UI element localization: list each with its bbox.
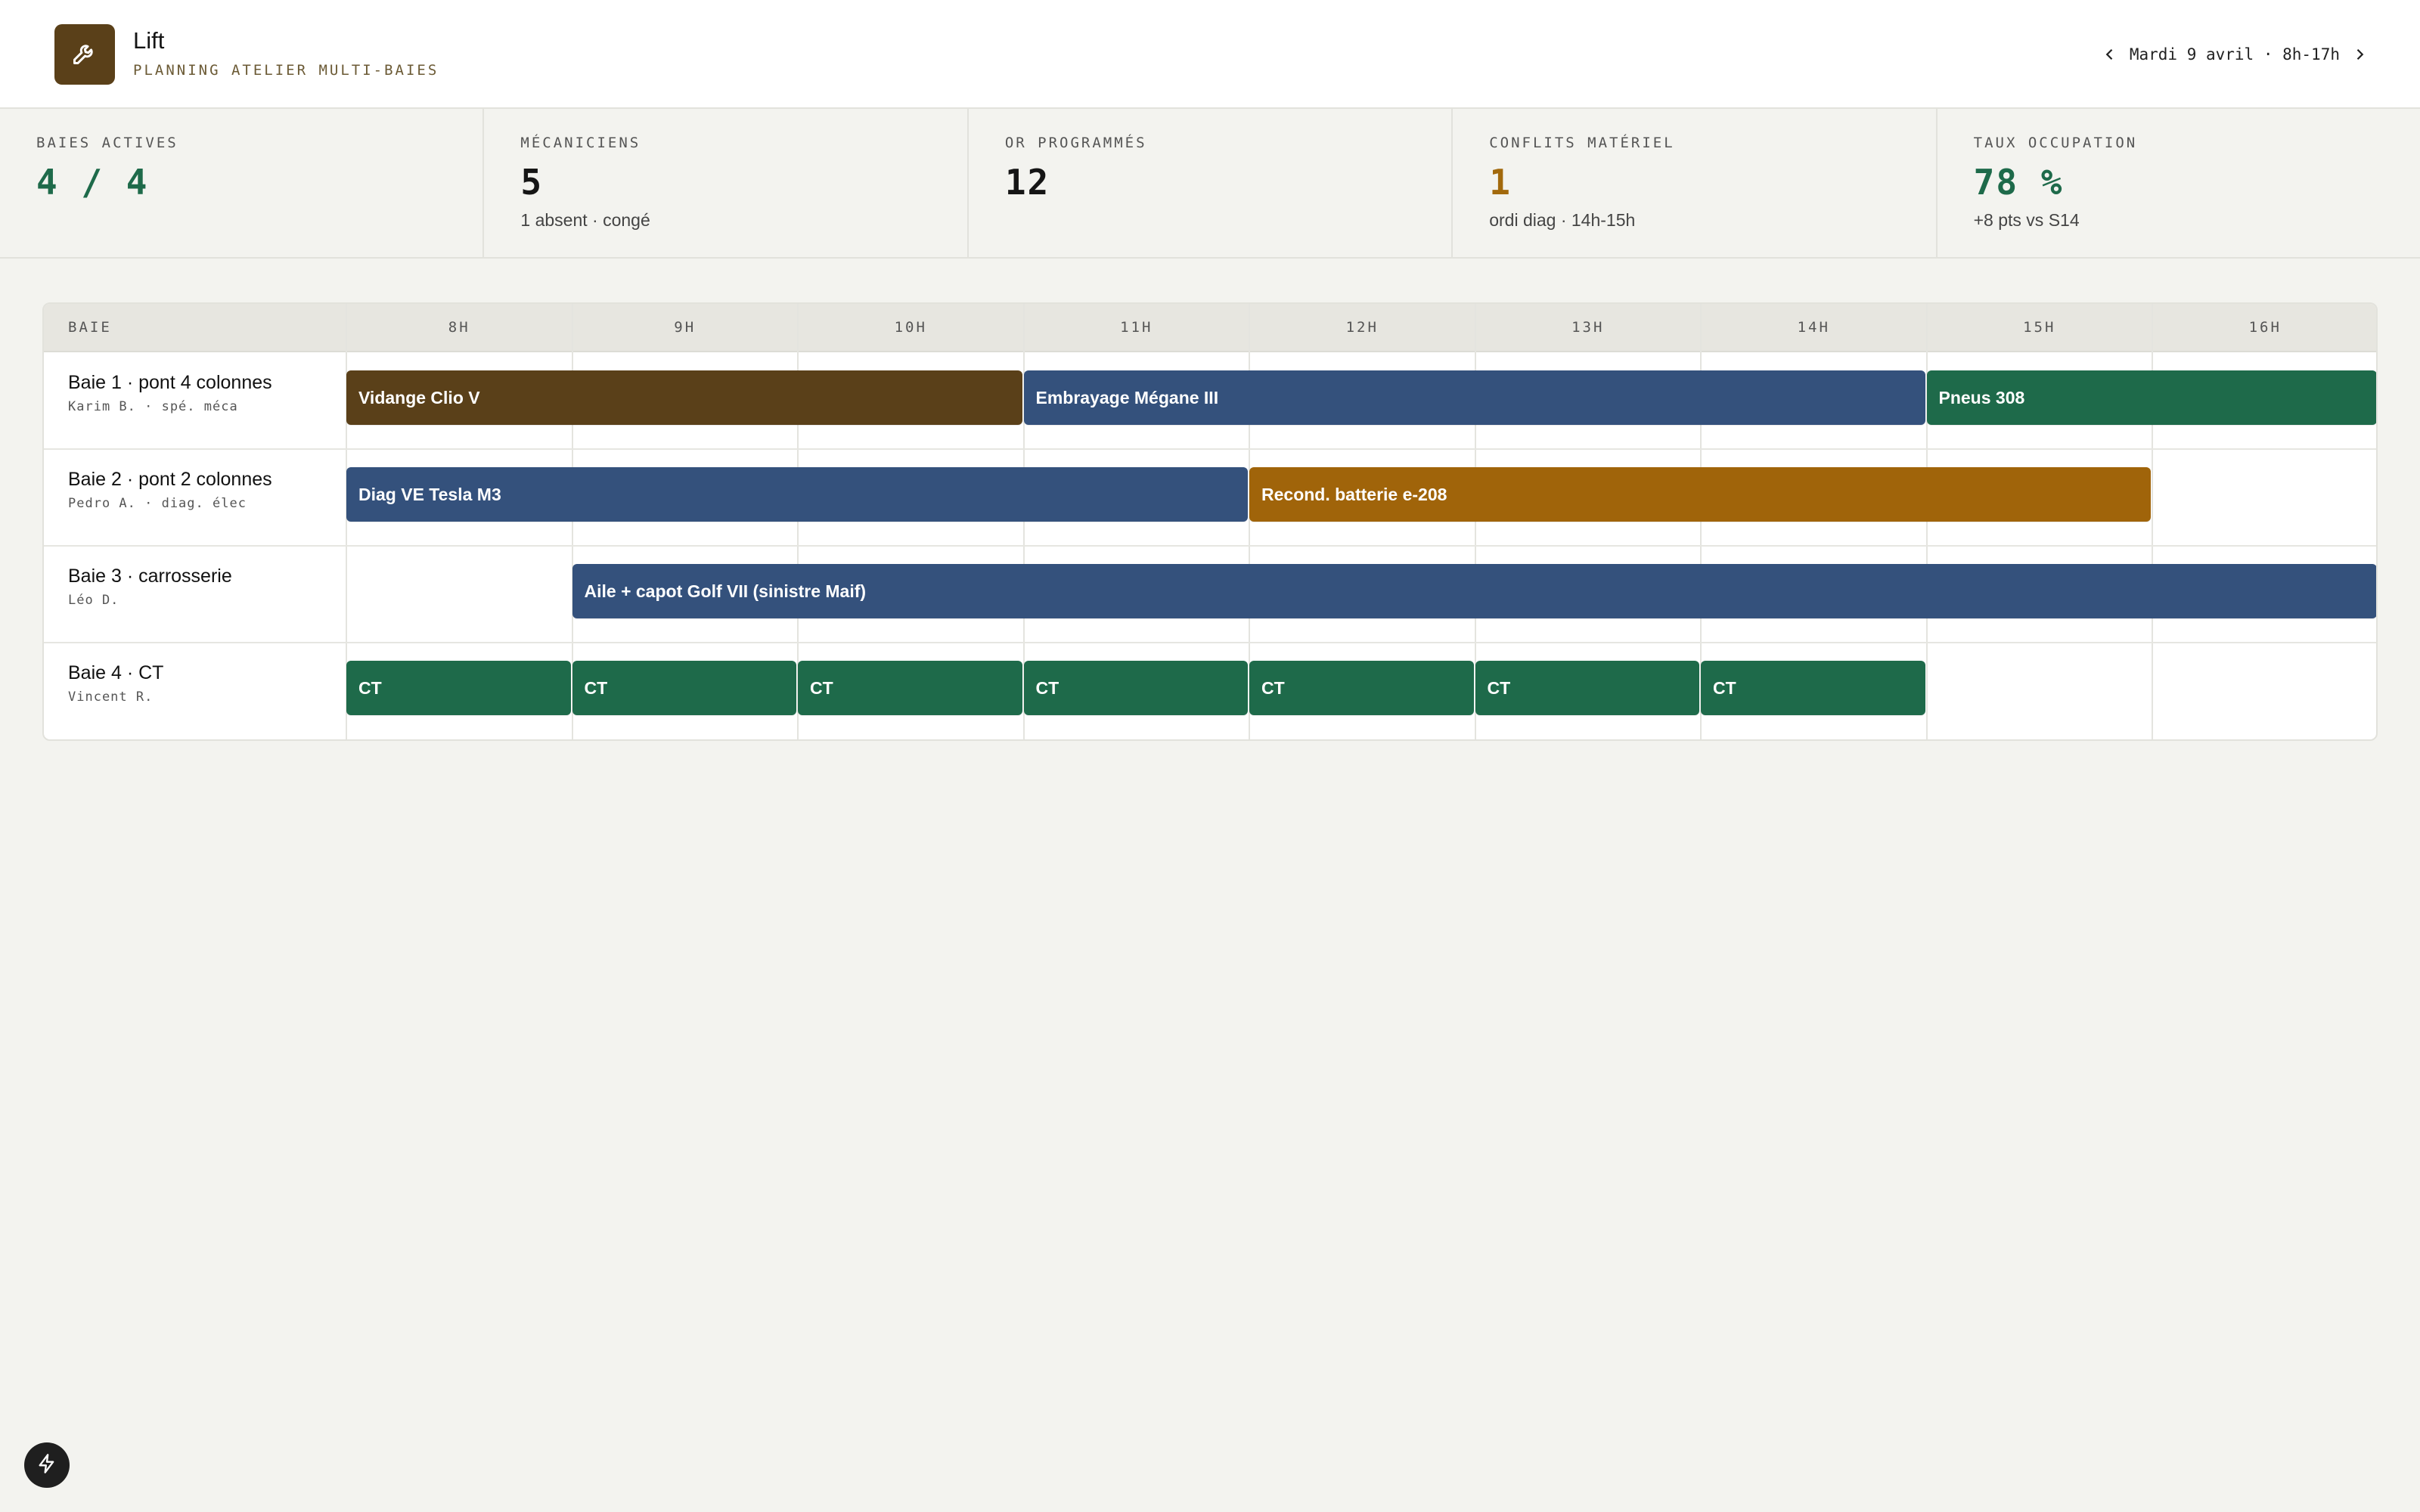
bay-name[interactable]: Baie 3 · carrosserie (68, 565, 232, 587)
bay-name[interactable]: Baie 2 · pont 2 colonnes (68, 469, 272, 491)
kpi-band: BAIES ACTIVES 4 / 4 MÉCANICIENS 5 1 abse… (0, 109, 2420, 259)
hour-column-header: 12H (1345, 319, 1379, 336)
kpi-value: 1 (1489, 162, 1512, 203)
chevron-right-icon[interactable] (2353, 47, 2366, 62)
job-block[interactable]: Recond. batterie e-208 (1249, 467, 2151, 522)
app-title: Lift (133, 27, 165, 54)
job-block[interactable]: Embrayage Mégane III (1023, 370, 1925, 425)
hour-column-header: 16H (2248, 319, 2282, 336)
job-block[interactable]: CT (1023, 661, 1248, 715)
job-block[interactable]: Vidange Clio V (346, 370, 1022, 425)
schedule-header: BAIE 8H 9H 10H 11H 12H 13H 14H 15H 16H (44, 304, 2376, 352)
schedule-grid: BAIE 8H 9H 10H 11H 12H 13H 14H 15H 16H Baie 1 · … (42, 302, 2378, 741)
kpi-value: 12 (1004, 162, 1050, 203)
job-block[interactable]: CT (1249, 661, 1474, 715)
date-range-label: Mardi 9 avril · 8h-17h (2129, 45, 2340, 64)
kpi-mechanics: MÉCANICIENS 5 1 absent · congé (484, 109, 969, 257)
kpi-value: 4 / 4 (36, 162, 149, 203)
job-block[interactable]: Pneus 308 (1926, 370, 2376, 425)
hour-gridline (2152, 304, 2153, 739)
kpi-active-bays: BAIES ACTIVES 4 / 4 (0, 109, 485, 257)
bay-column-header: BAIE (68, 319, 112, 336)
chevron-left-icon[interactable] (2104, 47, 2116, 62)
hour-column-header: 9H (674, 319, 697, 336)
bay-technician: Vincent R. (68, 689, 154, 705)
row-divider (44, 545, 2376, 547)
kpi-occupancy-rate: TAUX OCCUPATION 78 % +8 pts vs S14 (1938, 109, 2420, 257)
wrench-icon (71, 39, 98, 70)
job-block[interactable]: CT (798, 661, 1022, 715)
date-navigator: Mardi 9 avril · 8h-17h (2104, 41, 2366, 68)
kpi-scheduled-orders: OR PROGRAMMÉS 12 (969, 109, 1454, 257)
kpi-label: BAIES ACTIVES (36, 135, 178, 151)
app-subtitle: PLANNING ATELIER MULTI-BAIES (133, 62, 439, 79)
hour-column-header: 11H (1120, 319, 1153, 336)
hour-column-header: 14H (1797, 319, 1830, 336)
kpi-label: MÉCANICIENS (520, 135, 641, 151)
kpi-equipment-conflicts: CONFLITS MATÉRIEL 1 ordi diag · 14h-15h (1453, 109, 1938, 257)
kpi-subtext: +8 pts vs S14 (1973, 210, 2080, 230)
hour-gridline (1925, 304, 1928, 739)
kpi-label: TAUX OCCUPATION (1973, 135, 2138, 151)
kpi-subtext: 1 absent · congé (520, 210, 650, 230)
hour-column-header: 13H (1571, 319, 1605, 336)
app-header: Lift PLANNING ATELIER MULTI-BAIES Mardi … (0, 0, 2420, 109)
job-block[interactable]: Aile + capot Golf VII (sinistre Maif) (572, 564, 2376, 618)
row-divider (44, 448, 2376, 450)
kpi-label: OR PROGRAMMÉS (1004, 135, 1147, 151)
bay-technician: Karim B. · spé. méca (68, 399, 238, 414)
app-logo (54, 24, 115, 85)
bay-technician: Pedro A. · diag. élec (68, 496, 247, 511)
hour-column-header: 10H (894, 319, 927, 336)
job-block[interactable]: CT (1475, 661, 1699, 715)
row-divider (44, 642, 2376, 643)
bay-technician: Léo D. (68, 593, 119, 608)
hour-column-header: 8H (448, 319, 470, 336)
bay-name[interactable]: Baie 1 · pont 4 colonnes (68, 372, 272, 394)
job-block[interactable]: CT (1701, 661, 1925, 715)
kpi-subtext: ordi diag · 14h-15h (1489, 210, 1636, 230)
kpi-value: 5 (520, 162, 544, 203)
kpi-label: CONFLITS MATÉRIEL (1489, 135, 1675, 151)
job-block[interactable]: Diag VE Tesla M3 (346, 467, 1248, 522)
job-block[interactable]: CT (572, 661, 796, 715)
job-block[interactable]: CT (346, 661, 571, 715)
kpi-value: 78 % (1973, 162, 2064, 203)
quick-action-button[interactable] (24, 1442, 70, 1488)
lightning-icon (36, 1453, 57, 1478)
bay-name[interactable]: Baie 4 · CT (68, 662, 163, 684)
hour-column-header: 15H (2023, 319, 2056, 336)
